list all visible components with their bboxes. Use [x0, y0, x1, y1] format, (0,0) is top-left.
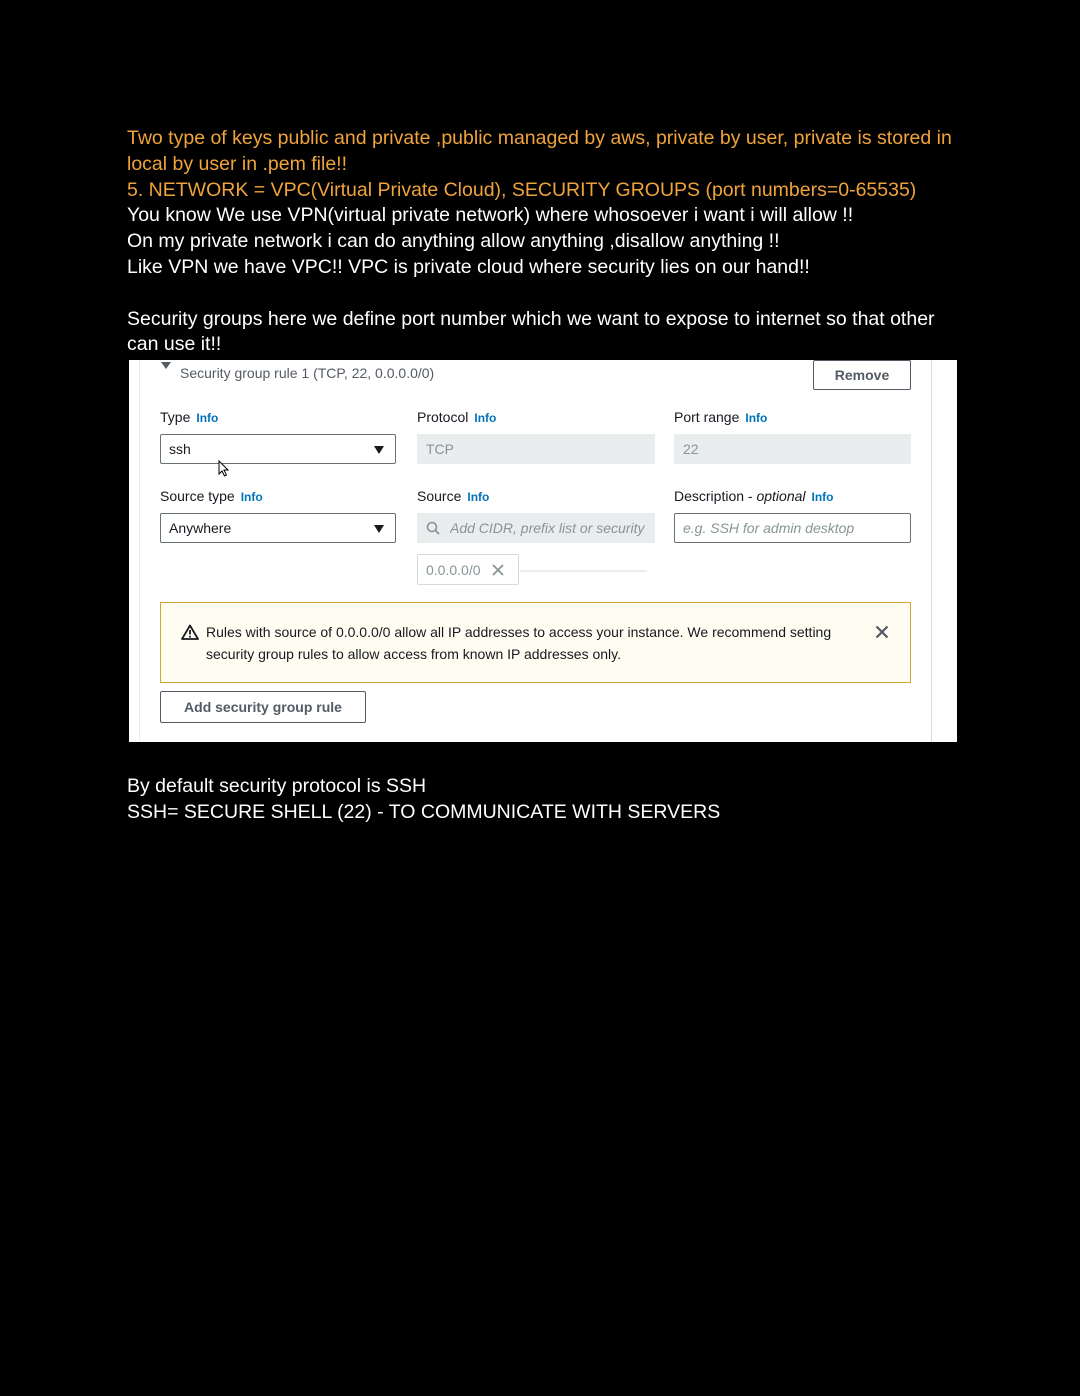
source-type-label: Source type Info	[160, 488, 263, 504]
security-group-rule-screenshot: Security group rule 1 (TCP, 22, 0.0.0.0/…	[129, 360, 957, 742]
search-icon	[426, 521, 440, 535]
notes-text: Two type of keys public and private ,pub…	[127, 126, 967, 358]
protocol-label: Protocol Info	[417, 409, 497, 425]
panel-right-border	[931, 360, 932, 742]
dropdown-caret-icon	[374, 525, 384, 533]
note-line-network: 5. NETWORK = VPC(Virtual Private Cloud),…	[127, 178, 917, 201]
collapse-caret-icon[interactable]	[161, 362, 171, 369]
close-icon[interactable]	[875, 625, 889, 639]
remove-button[interactable]: Remove	[813, 360, 911, 390]
add-security-group-rule-button[interactable]: Add security group rule	[160, 691, 366, 723]
note-line-vpn: You know We use VPN(virtual private netw…	[127, 204, 854, 227]
source-token-value: 0.0.0.0/0	[426, 561, 481, 578]
type-select-value: ssh	[169, 441, 191, 457]
source-type-info-link[interactable]: Info	[241, 490, 263, 504]
type-label: Type Info	[160, 409, 219, 425]
description-label: Description - optional Info	[674, 488, 834, 504]
description-info-link[interactable]: Info	[812, 490, 834, 504]
source-input[interactable]: Add CIDR, prefix list or security	[417, 513, 655, 543]
source-type-select[interactable]: Anywhere	[160, 513, 396, 543]
token-remove-icon[interactable]	[491, 563, 505, 577]
mouse-cursor-icon	[218, 460, 230, 477]
protocol-info-link[interactable]: Info	[474, 411, 496, 425]
type-info-link[interactable]: Info	[196, 411, 218, 425]
note-line-security-groups: Security groups here we define port numb…	[127, 307, 935, 356]
rule-header: Security group rule 1 (TCP, 22, 0.0.0.0/…	[180, 365, 435, 381]
note-line-keys: Two type of keys public and private ,pub…	[127, 127, 952, 175]
note-line-ssh: SSH= SECURE SHELL (22) - TO COMMUNICATE …	[127, 800, 721, 823]
notes-text-bottom: By default security protocol is SSH SSH=…	[127, 774, 967, 826]
source-placeholder: Add CIDR, prefix list or security	[450, 520, 645, 536]
warning-icon	[181, 624, 199, 640]
dropdown-caret-icon	[374, 446, 384, 454]
port-range-info-link[interactable]: Info	[745, 411, 767, 425]
note-line-private-network: On my private network i can do anything …	[127, 230, 780, 253]
source-info-link[interactable]: Info	[467, 490, 489, 504]
warning-text: Rules with source of 0.0.0.0/0 allow all…	[206, 624, 832, 662]
port-range-field: 22	[674, 434, 911, 464]
port-range-label: Port range Info	[674, 409, 768, 425]
type-select[interactable]: ssh	[160, 434, 396, 464]
source-type-value: Anywhere	[169, 520, 232, 536]
note-line-default-protocol: By default security protocol is SSH	[127, 775, 427, 797]
warning-alert: Rules with source of 0.0.0.0/0 allow all…	[160, 602, 911, 683]
note-line-vpc: Like VPN we have VPC!! VPC is private cl…	[127, 255, 810, 278]
source-scroll-track	[520, 570, 647, 572]
description-input[interactable]: e.g. SSH for admin desktop	[674, 513, 911, 543]
protocol-field: TCP	[417, 434, 655, 464]
source-token: 0.0.0.0/0	[417, 554, 519, 585]
panel-left-border	[139, 360, 140, 742]
source-label: Source Info	[417, 488, 490, 504]
